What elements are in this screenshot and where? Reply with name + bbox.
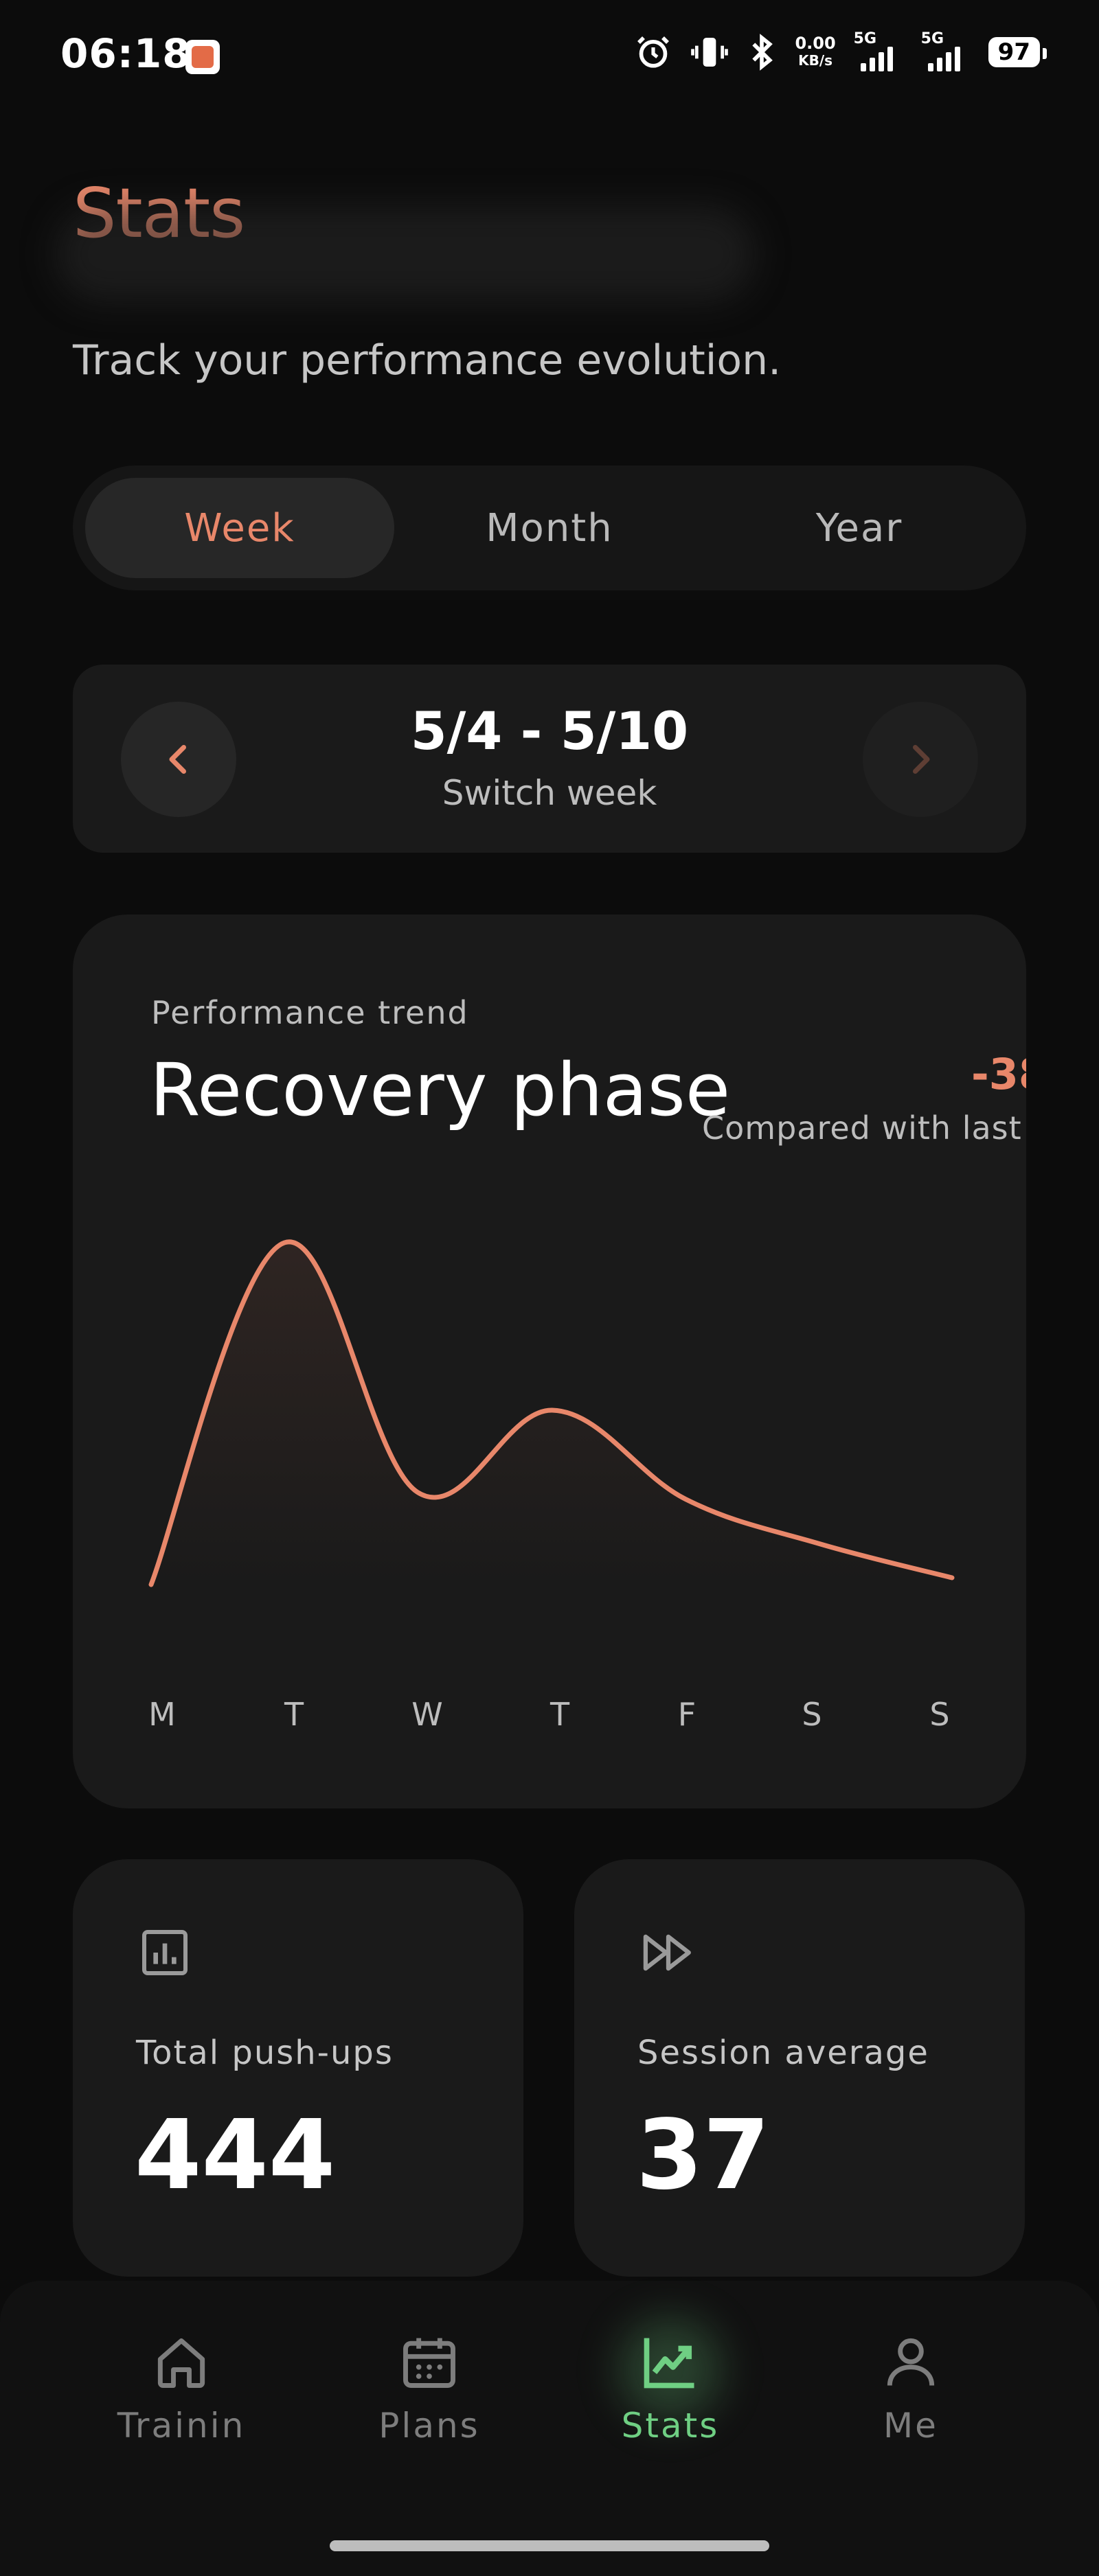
day-label-wed: W xyxy=(411,1696,443,1733)
net-speed: 0.00 KB/s xyxy=(795,34,836,69)
notification-app-icon xyxy=(185,40,220,74)
stat-card-total: Total push-ups 444 xyxy=(73,1859,523,2277)
day-label-sun: S xyxy=(929,1696,950,1733)
week-switcher: 5/4 - 5/10 Switch week xyxy=(73,665,1026,853)
bluetooth-icon xyxy=(752,34,773,71)
calendar-icon xyxy=(403,2338,455,2388)
day-label-tue: T xyxy=(284,1696,304,1733)
trend-line-chart xyxy=(148,1239,955,1587)
home-indicator[interactable] xyxy=(330,2540,769,2551)
stat-value: 37 xyxy=(636,2100,770,2211)
alarm-icon xyxy=(637,36,670,68)
tab-year[interactable]: Year xyxy=(705,478,1014,578)
day-label-thu: T xyxy=(550,1696,570,1733)
person-icon xyxy=(887,2338,935,2386)
next-week-button[interactable] xyxy=(863,702,978,817)
nav-label: Stats xyxy=(621,2406,720,2446)
vibrate-icon xyxy=(691,38,729,67)
day-label-fri: F xyxy=(677,1696,696,1733)
tab-month[interactable]: Month xyxy=(395,478,704,578)
trend-chart-icon xyxy=(644,2338,694,2389)
signal-strength-1: 5G xyxy=(854,30,903,71)
nav-item-stats[interactable]: Stats xyxy=(581,2318,760,2446)
chevron-right-icon xyxy=(913,745,930,774)
nav-item-me[interactable]: Me xyxy=(822,2330,1000,2446)
stat-label: Session average xyxy=(637,2034,929,2072)
battery-indicator: 97 xyxy=(988,37,1047,67)
tab-week[interactable]: Week xyxy=(85,478,394,578)
fast-forward-icon xyxy=(643,1934,691,1971)
stat-card-average: Session average 37 xyxy=(574,1859,1025,2277)
stat-value: 444 xyxy=(135,2100,336,2211)
nav-item-training[interactable]: Trainin xyxy=(92,2330,271,2446)
nav-label: Plans xyxy=(378,2406,480,2446)
blurred-region xyxy=(55,206,756,302)
trend-area xyxy=(151,1241,952,1585)
nav-label: Me xyxy=(883,2406,938,2446)
status-time: 06:18 xyxy=(60,30,191,77)
day-label-sat: S xyxy=(802,1696,822,1733)
signal-strength-2: 5G xyxy=(921,30,971,71)
stat-label: Total push-ups xyxy=(136,2034,394,2072)
home-icon xyxy=(157,2338,205,2388)
status-icons: 0.00 KB/s 5G 5G 97 xyxy=(634,30,1047,71)
performance-trend-card: Performance trend Recovery phase -38.9% … xyxy=(73,915,1026,1808)
bar-chart-icon xyxy=(142,1930,188,1975)
nav-label: Trainin xyxy=(117,2406,246,2446)
period-tabs: Week Month Year xyxy=(73,465,1026,590)
nav-item-plans[interactable]: Plans xyxy=(340,2330,519,2446)
bottom-navigation: Trainin Plans Stats Me xyxy=(0,2281,1099,2576)
day-label-mon: M xyxy=(148,1696,176,1733)
page-subtitle: Track your performance evolution. xyxy=(73,336,782,384)
